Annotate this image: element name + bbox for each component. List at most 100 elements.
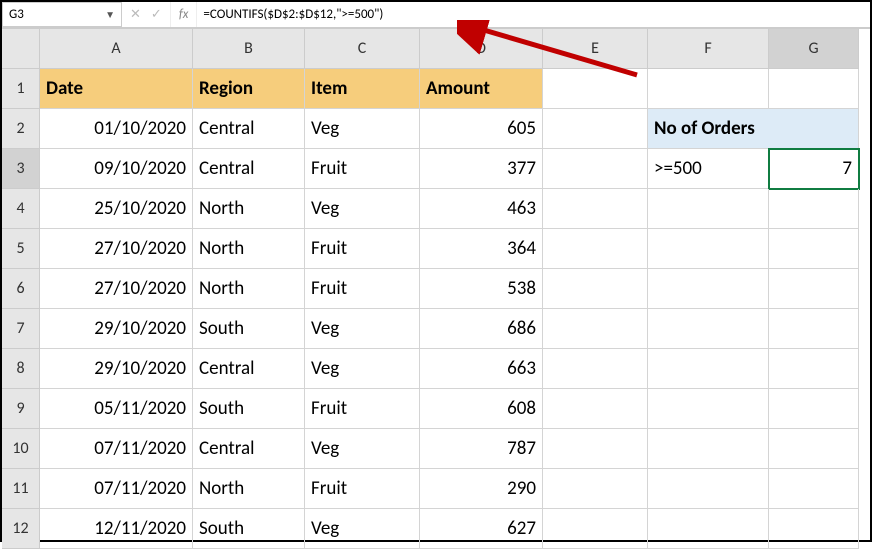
cell-E9[interactable]: [543, 389, 648, 429]
cell-C10[interactable]: Veg: [305, 429, 420, 469]
cell-C3[interactable]: Fruit: [305, 149, 420, 189]
cell-C5[interactable]: Fruit: [305, 229, 420, 269]
row-header-9[interactable]: 9: [2, 389, 40, 429]
col-header-C[interactable]: C: [305, 29, 420, 69]
cell-D12[interactable]: 627: [420, 509, 543, 549]
summary-title-F2[interactable]: No of Orders: [648, 109, 769, 149]
cell-A6[interactable]: 27/10/2020: [40, 269, 193, 309]
cell-A4[interactable]: 25/10/2020: [40, 189, 193, 229]
header-item[interactable]: Item: [305, 69, 420, 109]
cell-C9[interactable]: Fruit: [305, 389, 420, 429]
row-header-7[interactable]: 7: [2, 309, 40, 349]
row-header-1[interactable]: 1: [2, 69, 40, 109]
cell-B12[interactable]: South: [193, 509, 305, 549]
row-header-11[interactable]: 11: [2, 469, 40, 509]
fx-label[interactable]: fx: [171, 2, 198, 27]
cell-F7[interactable]: [648, 309, 769, 349]
cell-B8[interactable]: Central: [193, 349, 305, 389]
cell-D10[interactable]: 787: [420, 429, 543, 469]
col-header-B[interactable]: B: [193, 29, 305, 69]
col-header-G[interactable]: G: [769, 29, 859, 69]
cell-C4[interactable]: Veg: [305, 189, 420, 229]
cell-A7[interactable]: 29/10/2020: [40, 309, 193, 349]
name-box-dropdown-icon[interactable]: ▼: [105, 8, 115, 21]
cell-B10[interactable]: Central: [193, 429, 305, 469]
cell-C11[interactable]: Fruit: [305, 469, 420, 509]
cell-D9[interactable]: 608: [420, 389, 543, 429]
cell-A11[interactable]: 07/11/2020: [40, 469, 193, 509]
cell-E5[interactable]: [543, 229, 648, 269]
cell-G10[interactable]: [769, 429, 859, 469]
cell-B5[interactable]: North: [193, 229, 305, 269]
cell-G9[interactable]: [769, 389, 859, 429]
cell-B4[interactable]: North: [193, 189, 305, 229]
row-header-12[interactable]: 12: [2, 509, 40, 549]
cell-G4[interactable]: [769, 189, 859, 229]
cell-E12[interactable]: [543, 509, 648, 549]
cell-G6[interactable]: [769, 269, 859, 309]
formula-input[interactable]: =COUNTIFS($D$2:$D$12,">=500"): [197, 2, 870, 27]
cell-E1[interactable]: [543, 69, 648, 109]
cell-F4[interactable]: [648, 189, 769, 229]
cell-F6[interactable]: [648, 269, 769, 309]
cell-D6[interactable]: 538: [420, 269, 543, 309]
select-all-corner[interactable]: [2, 29, 40, 69]
name-box[interactable]: G3 ▼: [2, 2, 122, 27]
cell-A5[interactable]: 27/10/2020: [40, 229, 193, 269]
cell-D5[interactable]: 364: [420, 229, 543, 269]
row-header-8[interactable]: 8: [2, 349, 40, 389]
summary-result-G3[interactable]: 7: [769, 149, 859, 189]
cell-G12[interactable]: [769, 509, 859, 549]
cell-C6[interactable]: Fruit: [305, 269, 420, 309]
row-header-6[interactable]: 6: [2, 269, 40, 309]
cell-F12[interactable]: [648, 509, 769, 549]
cell-D8[interactable]: 663: [420, 349, 543, 389]
col-header-A[interactable]: A: [40, 29, 193, 69]
cell-G2[interactable]: [769, 109, 859, 149]
cell-F8[interactable]: [648, 349, 769, 389]
cell-E6[interactable]: [543, 269, 648, 309]
cell-F10[interactable]: [648, 429, 769, 469]
cell-F11[interactable]: [648, 469, 769, 509]
cell-A2[interactable]: 01/10/2020: [40, 109, 193, 149]
cell-D11[interactable]: 290: [420, 469, 543, 509]
row-header-4[interactable]: 4: [2, 189, 40, 229]
col-header-E[interactable]: E: [543, 29, 648, 69]
header-date[interactable]: Date: [40, 69, 193, 109]
row-header-5[interactable]: 5: [2, 229, 40, 269]
cell-D7[interactable]: 686: [420, 309, 543, 349]
cell-E7[interactable]: [543, 309, 648, 349]
cell-F9[interactable]: [648, 389, 769, 429]
header-region[interactable]: Region: [193, 69, 305, 109]
cell-B9[interactable]: South: [193, 389, 305, 429]
cell-E2[interactable]: [543, 109, 648, 149]
row-header-10[interactable]: 10: [2, 429, 40, 469]
cell-B3[interactable]: Central: [193, 149, 305, 189]
cell-C7[interactable]: Veg: [305, 309, 420, 349]
cell-D2[interactable]: 605: [420, 109, 543, 149]
cell-A12[interactable]: 12/11/2020: [40, 509, 193, 549]
row-header-3[interactable]: 3: [2, 149, 40, 189]
cell-D3[interactable]: 377: [420, 149, 543, 189]
cell-F5[interactable]: [648, 229, 769, 269]
cell-B2[interactable]: Central: [193, 109, 305, 149]
cell-A10[interactable]: 07/11/2020: [40, 429, 193, 469]
cell-E4[interactable]: [543, 189, 648, 229]
cell-E3[interactable]: [543, 149, 648, 189]
cell-E10[interactable]: [543, 429, 648, 469]
cell-C2[interactable]: Veg: [305, 109, 420, 149]
cell-F1[interactable]: [648, 69, 769, 109]
cell-B11[interactable]: North: [193, 469, 305, 509]
cell-A3[interactable]: 09/10/2020: [40, 149, 193, 189]
cell-G7[interactable]: [769, 309, 859, 349]
cell-C8[interactable]: Veg: [305, 349, 420, 389]
col-header-D[interactable]: D: [420, 29, 543, 69]
cell-G8[interactable]: [769, 349, 859, 389]
row-header-2[interactable]: 2: [2, 109, 40, 149]
cell-B7[interactable]: South: [193, 309, 305, 349]
cell-G1[interactable]: [769, 69, 859, 109]
enter-icon[interactable]: ✓: [151, 7, 162, 22]
cell-C12[interactable]: Veg: [305, 509, 420, 549]
cell-G11[interactable]: [769, 469, 859, 509]
cell-A8[interactable]: 29/10/2020: [40, 349, 193, 389]
